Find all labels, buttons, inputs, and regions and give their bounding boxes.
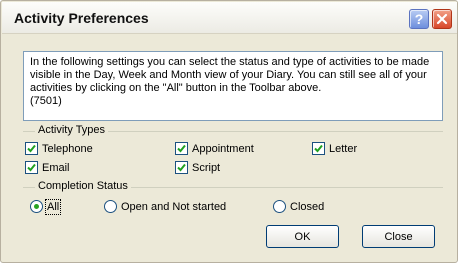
help-icon: ? [414,11,424,27]
check-icon [312,142,325,155]
checkbox-telephone[interactable]: Telephone [25,142,93,155]
checkbox-letter[interactable]: Letter [312,142,357,155]
title-bar[interactable]: Activity Preferences ? [2,2,457,34]
close-window-button[interactable] [432,9,452,29]
radio-unselected-icon [273,200,286,213]
check-icon [175,161,188,174]
radio-closed[interactable]: Closed [273,200,324,213]
checkbox-script[interactable]: Script [175,161,220,174]
activity-types-label: Activity Types [35,124,109,136]
info-textbox: In the following settings you can select… [23,51,443,121]
checkbox-label: Script [192,161,221,174]
completion-status-label: Completion Status [35,180,131,192]
dialog-title: Activity Preferences [14,10,149,26]
close-icon [436,13,448,25]
check-icon [25,142,38,155]
radio-unselected-icon [104,200,117,213]
radio-all[interactable]: All [30,198,62,215]
info-text: In the following settings you can select… [30,56,430,94]
radio-label: Open and Not started [121,200,227,213]
checkbox-label: Letter [329,142,358,155]
activity-preferences-dialog: Activity Preferences ? In the following … [0,0,458,263]
radio-label: All [44,198,62,215]
checkbox-email[interactable]: Email [25,161,70,174]
close-button[interactable]: Close [362,225,435,248]
checkbox-label: Appointment [192,142,254,155]
help-button[interactable]: ? [409,9,429,29]
checkbox-label: Telephone [42,142,93,155]
checkbox-label: Email [42,161,70,174]
radio-label: Closed [290,200,325,213]
ok-button[interactable]: OK [266,225,339,248]
info-code: (7501) [30,95,62,107]
check-icon [175,142,188,155]
radio-selected-icon [30,200,43,213]
radio-open-not-started[interactable]: Open and Not started [104,200,226,213]
check-icon [25,161,38,174]
checkbox-appointment[interactable]: Appointment [175,142,254,155]
